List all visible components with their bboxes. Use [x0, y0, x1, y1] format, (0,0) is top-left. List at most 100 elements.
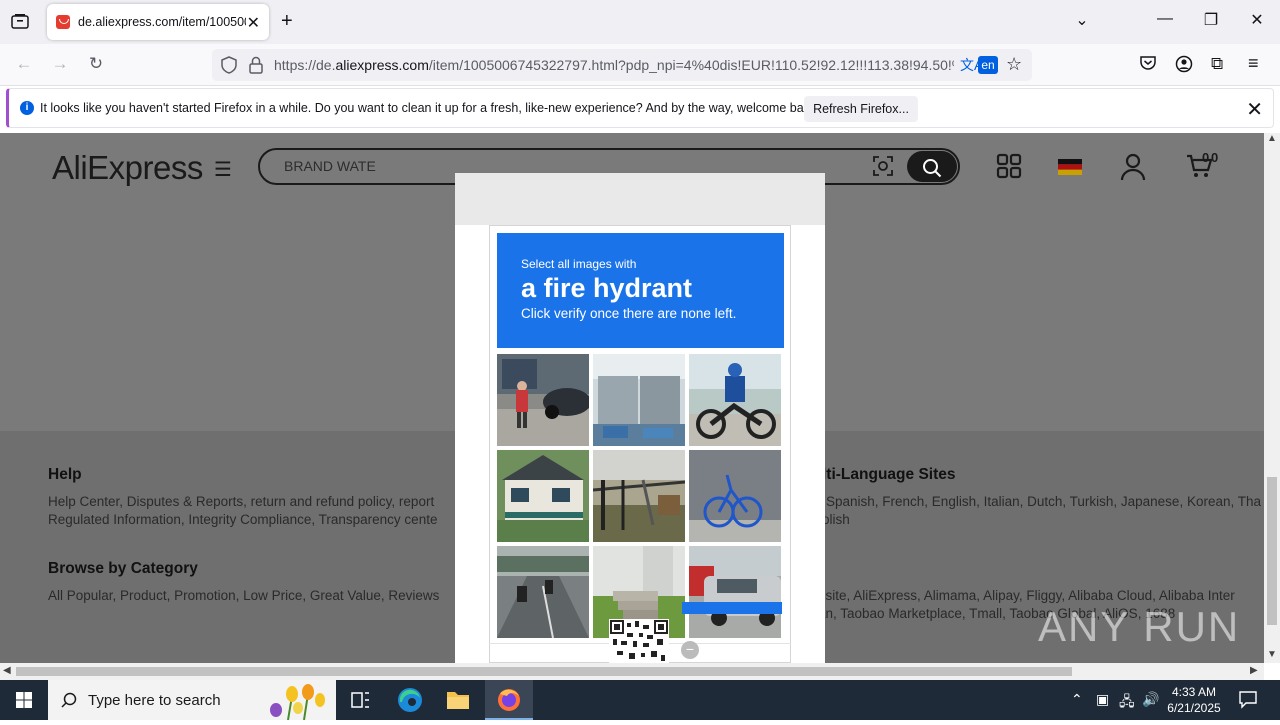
collapse-icon[interactable]: −	[681, 641, 699, 659]
firefox-icon	[498, 689, 520, 711]
app-menu-icon[interactable]: ≡	[1248, 53, 1259, 74]
start-button[interactable]	[0, 680, 48, 720]
shopping-cart-icon[interactable]	[1186, 153, 1214, 184]
captcha-tile-6[interactable]	[689, 450, 781, 542]
search-input[interactable]: BRAND WATE	[284, 158, 376, 174]
folder-icon	[447, 692, 469, 709]
cart-count-secondary: 0	[1211, 150, 1219, 165]
scroll-right-icon[interactable]: ▶	[1250, 665, 1258, 676]
taskbar-search-placeholder: Type here to search	[88, 692, 221, 709]
image-search-icon[interactable]	[873, 156, 893, 181]
edge-icon	[398, 688, 422, 712]
window-close-icon[interactable]: ✕	[1245, 10, 1269, 30]
taskbar-search-box[interactable]: Type here to search	[48, 680, 336, 720]
verify-button[interactable]	[682, 602, 782, 614]
extensions-icon[interactable]: ⧉	[1211, 54, 1223, 74]
captcha-line1: Select all images with	[521, 257, 637, 271]
category-menu-icon[interactable]: ☰	[214, 157, 232, 182]
account-icon[interactable]	[1175, 55, 1193, 78]
scroll-left-icon[interactable]: ◀	[3, 665, 11, 676]
captcha-frame: Select all images with a fire hydrant Cl…	[489, 225, 791, 663]
edge-taskbar-button[interactable]	[386, 680, 434, 720]
firefox-taskbar-button[interactable]	[485, 680, 533, 720]
tab-title: de.aliexpress.com/item/1005006745322797.…	[78, 15, 246, 29]
list-all-tabs-icon[interactable]: ⌄	[1070, 10, 1094, 30]
captcha-tile-5[interactable]	[593, 450, 685, 542]
help-heading: Help	[48, 466, 82, 483]
multilanguage-heading: lti-Language Sites	[822, 466, 956, 483]
taskbar-clock[interactable]: 4:33 AM 6/21/2025	[1160, 684, 1228, 716]
back-icon[interactable]: ←	[13, 54, 35, 74]
search-icon	[923, 159, 942, 178]
task-view-button[interactable]	[336, 680, 384, 720]
horizontal-scrollbar[interactable]: ◀ ▶	[0, 663, 1264, 680]
close-tab-icon[interactable]: ✕	[247, 13, 260, 33]
captcha-tile-3[interactable]	[689, 354, 781, 446]
tab-bar: de.aliexpress.com/item/1005006745322797.…	[0, 0, 1280, 44]
captcha-instruction-banner: Select all images with a fire hydrant Cl…	[497, 233, 784, 348]
lock-icon[interactable]	[249, 56, 263, 79]
browse-category-heading: Browse by Category	[48, 560, 198, 577]
refresh-firefox-button[interactable]: Refresh Firefox...	[804, 96, 918, 122]
url-path: /item/1005006745322797.html?pdp_npi=4%40…	[428, 57, 954, 73]
url-text[interactable]: https://de.aliexpress.com/item/100500674…	[274, 57, 954, 73]
close-notification-icon[interactable]: ✕	[1246, 97, 1263, 122]
captcha-tile-9[interactable]	[689, 546, 781, 638]
tracking-shield-icon[interactable]	[221, 56, 237, 79]
language-badge[interactable]: en	[978, 56, 998, 74]
windows-logo-icon	[16, 692, 32, 708]
notification-message: It looks like you haven't started Firefo…	[40, 101, 820, 115]
captcha-tile-4[interactable]	[497, 450, 589, 542]
network-icon[interactable]: 🖧	[1119, 691, 1135, 715]
user-account-icon[interactable]	[1120, 153, 1146, 186]
group-links-line1[interactable]: bsite, AliExpress, Alimama, Alipay, Flig…	[818, 588, 1235, 603]
tab-overview-icon[interactable]	[11, 13, 29, 34]
multilanguage-links-line1[interactable]: Spanish, French, English, Italian, Dutch…	[826, 494, 1261, 509]
firefox-refresh-notification: i It looks like you haven't started Fire…	[6, 88, 1274, 128]
scroll-down-icon[interactable]: ▼	[1267, 649, 1277, 660]
qr-code-app-icon[interactable]	[996, 153, 1022, 184]
clock-date: 6/21/2025	[1167, 701, 1221, 715]
aliexpress-logo[interactable]: AliExpress	[52, 149, 203, 187]
restore-icon[interactable]: ❐	[1199, 10, 1223, 30]
germany-flag-icon[interactable]	[1058, 159, 1082, 180]
help-links-line2[interactable]: Regulated Information, Integrity Complia…	[48, 512, 437, 527]
new-tab-icon[interactable]: +	[281, 10, 293, 33]
page-content: AliExpress ☰ BRAND WATE 0 0 Help Help Ce…	[0, 133, 1264, 663]
pocket-icon[interactable]	[1139, 55, 1157, 76]
clock-time: 4:33 AM	[1171, 685, 1217, 699]
file-explorer-taskbar-button[interactable]	[434, 680, 482, 720]
reload-icon[interactable]: ↻	[85, 54, 107, 74]
aliexpress-favicon-icon	[56, 15, 70, 29]
vertical-scroll-thumb[interactable]	[1267, 477, 1277, 625]
minimize-icon[interactable]: —	[1153, 10, 1177, 28]
anyrun-watermark: ANY RUN	[1038, 603, 1241, 650]
notification-center-icon[interactable]	[1238, 689, 1258, 714]
captcha-line3: Click verify once there are none left.	[521, 306, 737, 321]
show-hidden-icons-icon[interactable]: ⌃	[1071, 691, 1083, 708]
multilanguage-links-line2[interactable]: olish	[822, 512, 850, 527]
cart-count: 0	[1202, 150, 1210, 165]
captcha-tile-1[interactable]	[497, 354, 589, 446]
task-view-icon	[351, 692, 369, 708]
url-domain: aliexpress.com	[335, 57, 429, 73]
url-bar[interactable]: https://de.aliexpress.com/item/100500674…	[212, 49, 1032, 81]
bookmark-star-icon[interactable]: ☆	[1006, 54, 1022, 75]
search-icon	[61, 692, 77, 708]
captcha-tile-7[interactable]	[497, 546, 589, 638]
horizontal-scroll-thumb[interactable]	[16, 667, 1072, 676]
device-icon[interactable]: ▣	[1096, 691, 1109, 708]
browser-tab[interactable]: de.aliexpress.com/item/1005006745322797.…	[47, 4, 269, 40]
info-icon: i	[20, 101, 34, 115]
captcha-modal-header	[455, 173, 825, 225]
help-links-line1[interactable]: Help Center, Disputes & Reports, return …	[48, 494, 434, 509]
captcha-modal: Select all images with a fire hydrant Cl…	[455, 173, 825, 663]
search-button[interactable]	[907, 151, 957, 182]
captcha-tile-2[interactable]	[593, 354, 685, 446]
scroll-up-icon[interactable]: ▲	[1267, 133, 1277, 144]
vertical-scrollbar[interactable]: ▲ ▼	[1264, 133, 1280, 663]
category-links[interactable]: All Popular, Product, Promotion, Low Pri…	[48, 588, 439, 603]
forward-icon[interactable]: →	[49, 54, 71, 74]
volume-icon[interactable]: 🔊	[1142, 691, 1159, 708]
captcha-target: a fire hydrant	[521, 273, 693, 303]
